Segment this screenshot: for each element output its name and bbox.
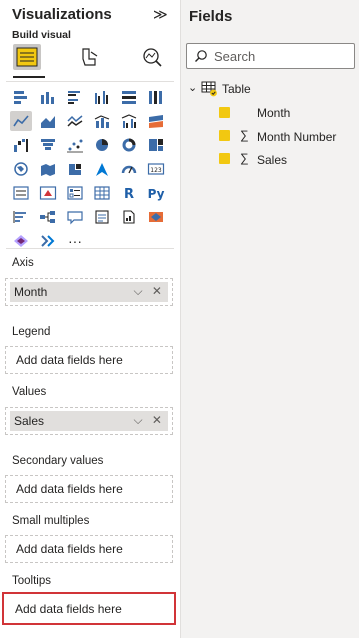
kpi-icon[interactable] bbox=[37, 183, 59, 203]
values-well[interactable]: Sales ⌵ ✕ bbox=[5, 407, 173, 435]
gauge-icon[interactable] bbox=[118, 159, 140, 179]
line-and-stacked-column-chart-icon[interactable] bbox=[91, 111, 113, 131]
format-visual-icon[interactable] bbox=[75, 44, 103, 70]
svg-text:R: R bbox=[124, 187, 134, 201]
chevron-down-icon[interactable]: ⌄ bbox=[188, 81, 197, 94]
check-icon[interactable] bbox=[219, 153, 230, 164]
secondary-values-well[interactable]: Add data fields here bbox=[5, 475, 173, 503]
field-month-number[interactable]: Month Number bbox=[257, 130, 336, 144]
pie-chart-icon[interactable] bbox=[91, 135, 113, 155]
shape-map-icon[interactable] bbox=[64, 159, 86, 179]
fields-title: Fields bbox=[189, 8, 233, 25]
field-month[interactable]: Month bbox=[257, 106, 290, 120]
chip-dropdown-and-remove-icons[interactable]: ⌵ ✕ bbox=[134, 284, 166, 299]
chip-dropdown-and-remove-icons[interactable]: ⌵ ✕ bbox=[134, 413, 166, 428]
chip-label: Month bbox=[14, 285, 48, 299]
decomposition-tree-icon[interactable] bbox=[37, 207, 59, 227]
search-input[interactable]: Search bbox=[186, 43, 355, 69]
build-tabs bbox=[8, 44, 173, 76]
clustered-column-chart-icon[interactable] bbox=[91, 87, 113, 107]
legend-well[interactable]: Add data fields here bbox=[5, 346, 173, 374]
line-and-clustered-column-chart-icon[interactable] bbox=[118, 111, 140, 131]
active-tab-indicator bbox=[13, 76, 45, 78]
well-label-small-multiples: Small multiples bbox=[12, 515, 90, 527]
check-icon[interactable] bbox=[219, 130, 230, 141]
r-script-visual-icon[interactable]: R bbox=[118, 183, 140, 203]
table-visual-icon[interactable] bbox=[91, 183, 113, 203]
clustered-bar-chart-icon[interactable] bbox=[64, 87, 86, 107]
well-label-tooltips: Tooltips bbox=[12, 575, 51, 587]
sigma-icon: ∑ bbox=[240, 128, 249, 142]
stacked-bar-chart-icon[interactable] bbox=[10, 87, 32, 107]
small-multiples-well[interactable]: Add data fields here bbox=[5, 535, 173, 563]
treemap-icon[interactable] bbox=[145, 135, 167, 155]
svg-text:123: 123 bbox=[150, 167, 162, 174]
sigma-icon: ∑ bbox=[240, 151, 249, 165]
field-chip-month[interactable]: Month ⌵ ✕ bbox=[10, 282, 168, 302]
well-label-values: Values bbox=[12, 386, 47, 398]
field-sales[interactable]: Sales bbox=[257, 153, 287, 167]
python-visual-icon[interactable]: Py bbox=[145, 183, 167, 203]
table-name[interactable]: Table bbox=[222, 82, 251, 96]
analytics-icon[interactable] bbox=[138, 44, 166, 70]
paginated-report-icon[interactable] bbox=[118, 207, 140, 227]
collapse-icon[interactable]: ≫ bbox=[153, 6, 168, 23]
area-chart-icon[interactable] bbox=[37, 111, 59, 131]
divider bbox=[6, 81, 174, 82]
power-apps-visual-icon[interactable] bbox=[145, 207, 167, 227]
qna-icon[interactable] bbox=[64, 207, 86, 227]
well-placeholder: Add data fields here bbox=[16, 542, 123, 556]
table-icon bbox=[201, 81, 217, 97]
well-placeholder: Add data fields here bbox=[15, 602, 122, 616]
azure-map-icon[interactable] bbox=[91, 159, 113, 179]
slicer-icon[interactable] bbox=[64, 183, 86, 203]
build-visual-label: Build visual bbox=[12, 29, 71, 41]
well-label-legend: Legend bbox=[12, 326, 51, 338]
100-stacked-column-chart-icon[interactable] bbox=[145, 87, 167, 107]
well-placeholder: Add data fields here bbox=[16, 353, 123, 367]
map-icon[interactable] bbox=[10, 159, 32, 179]
100-stacked-bar-chart-icon[interactable] bbox=[118, 87, 140, 107]
check-icon[interactable] bbox=[219, 107, 230, 118]
donut-chart-icon[interactable] bbox=[118, 135, 140, 155]
axis-well[interactable]: Month ⌵ ✕ bbox=[5, 278, 173, 306]
svg-text:Py: Py bbox=[148, 187, 165, 201]
waterfall-chart-icon[interactable] bbox=[10, 135, 32, 155]
search-icon bbox=[195, 50, 207, 62]
line-chart-icon[interactable] bbox=[10, 111, 32, 131]
funnel-chart-icon[interactable] bbox=[37, 135, 59, 155]
stacked-area-chart-icon[interactable] bbox=[64, 111, 86, 131]
chip-label: Sales bbox=[14, 414, 45, 428]
filled-map-icon[interactable] bbox=[37, 159, 59, 179]
well-placeholder: Add data fields here bbox=[16, 482, 123, 496]
card-icon[interactable]: 123 bbox=[145, 159, 167, 179]
multi-row-card-icon[interactable] bbox=[10, 183, 32, 203]
divider bbox=[6, 248, 174, 249]
search-placeholder: Search bbox=[214, 49, 256, 64]
well-label-secondary-values: Secondary values bbox=[12, 455, 104, 467]
visualizations-title: Visualizations bbox=[12, 6, 112, 23]
build-visual-icon[interactable] bbox=[13, 44, 41, 70]
tooltips-well[interactable]: Add data fields here bbox=[2, 592, 176, 625]
field-chip-sales[interactable]: Sales ⌵ ✕ bbox=[10, 411, 168, 431]
scatter-chart-icon[interactable] bbox=[64, 135, 86, 155]
smart-narrative-icon[interactable] bbox=[91, 207, 113, 227]
stacked-column-chart-icon[interactable] bbox=[37, 87, 59, 107]
ribbon-chart-icon[interactable] bbox=[145, 111, 167, 131]
visualizations-pane: Visualizations ≫ Build visual 123 R Py ·… bbox=[0, 0, 181, 638]
key-influencers-icon[interactable] bbox=[10, 207, 32, 227]
well-label-axis: Axis bbox=[12, 257, 34, 269]
